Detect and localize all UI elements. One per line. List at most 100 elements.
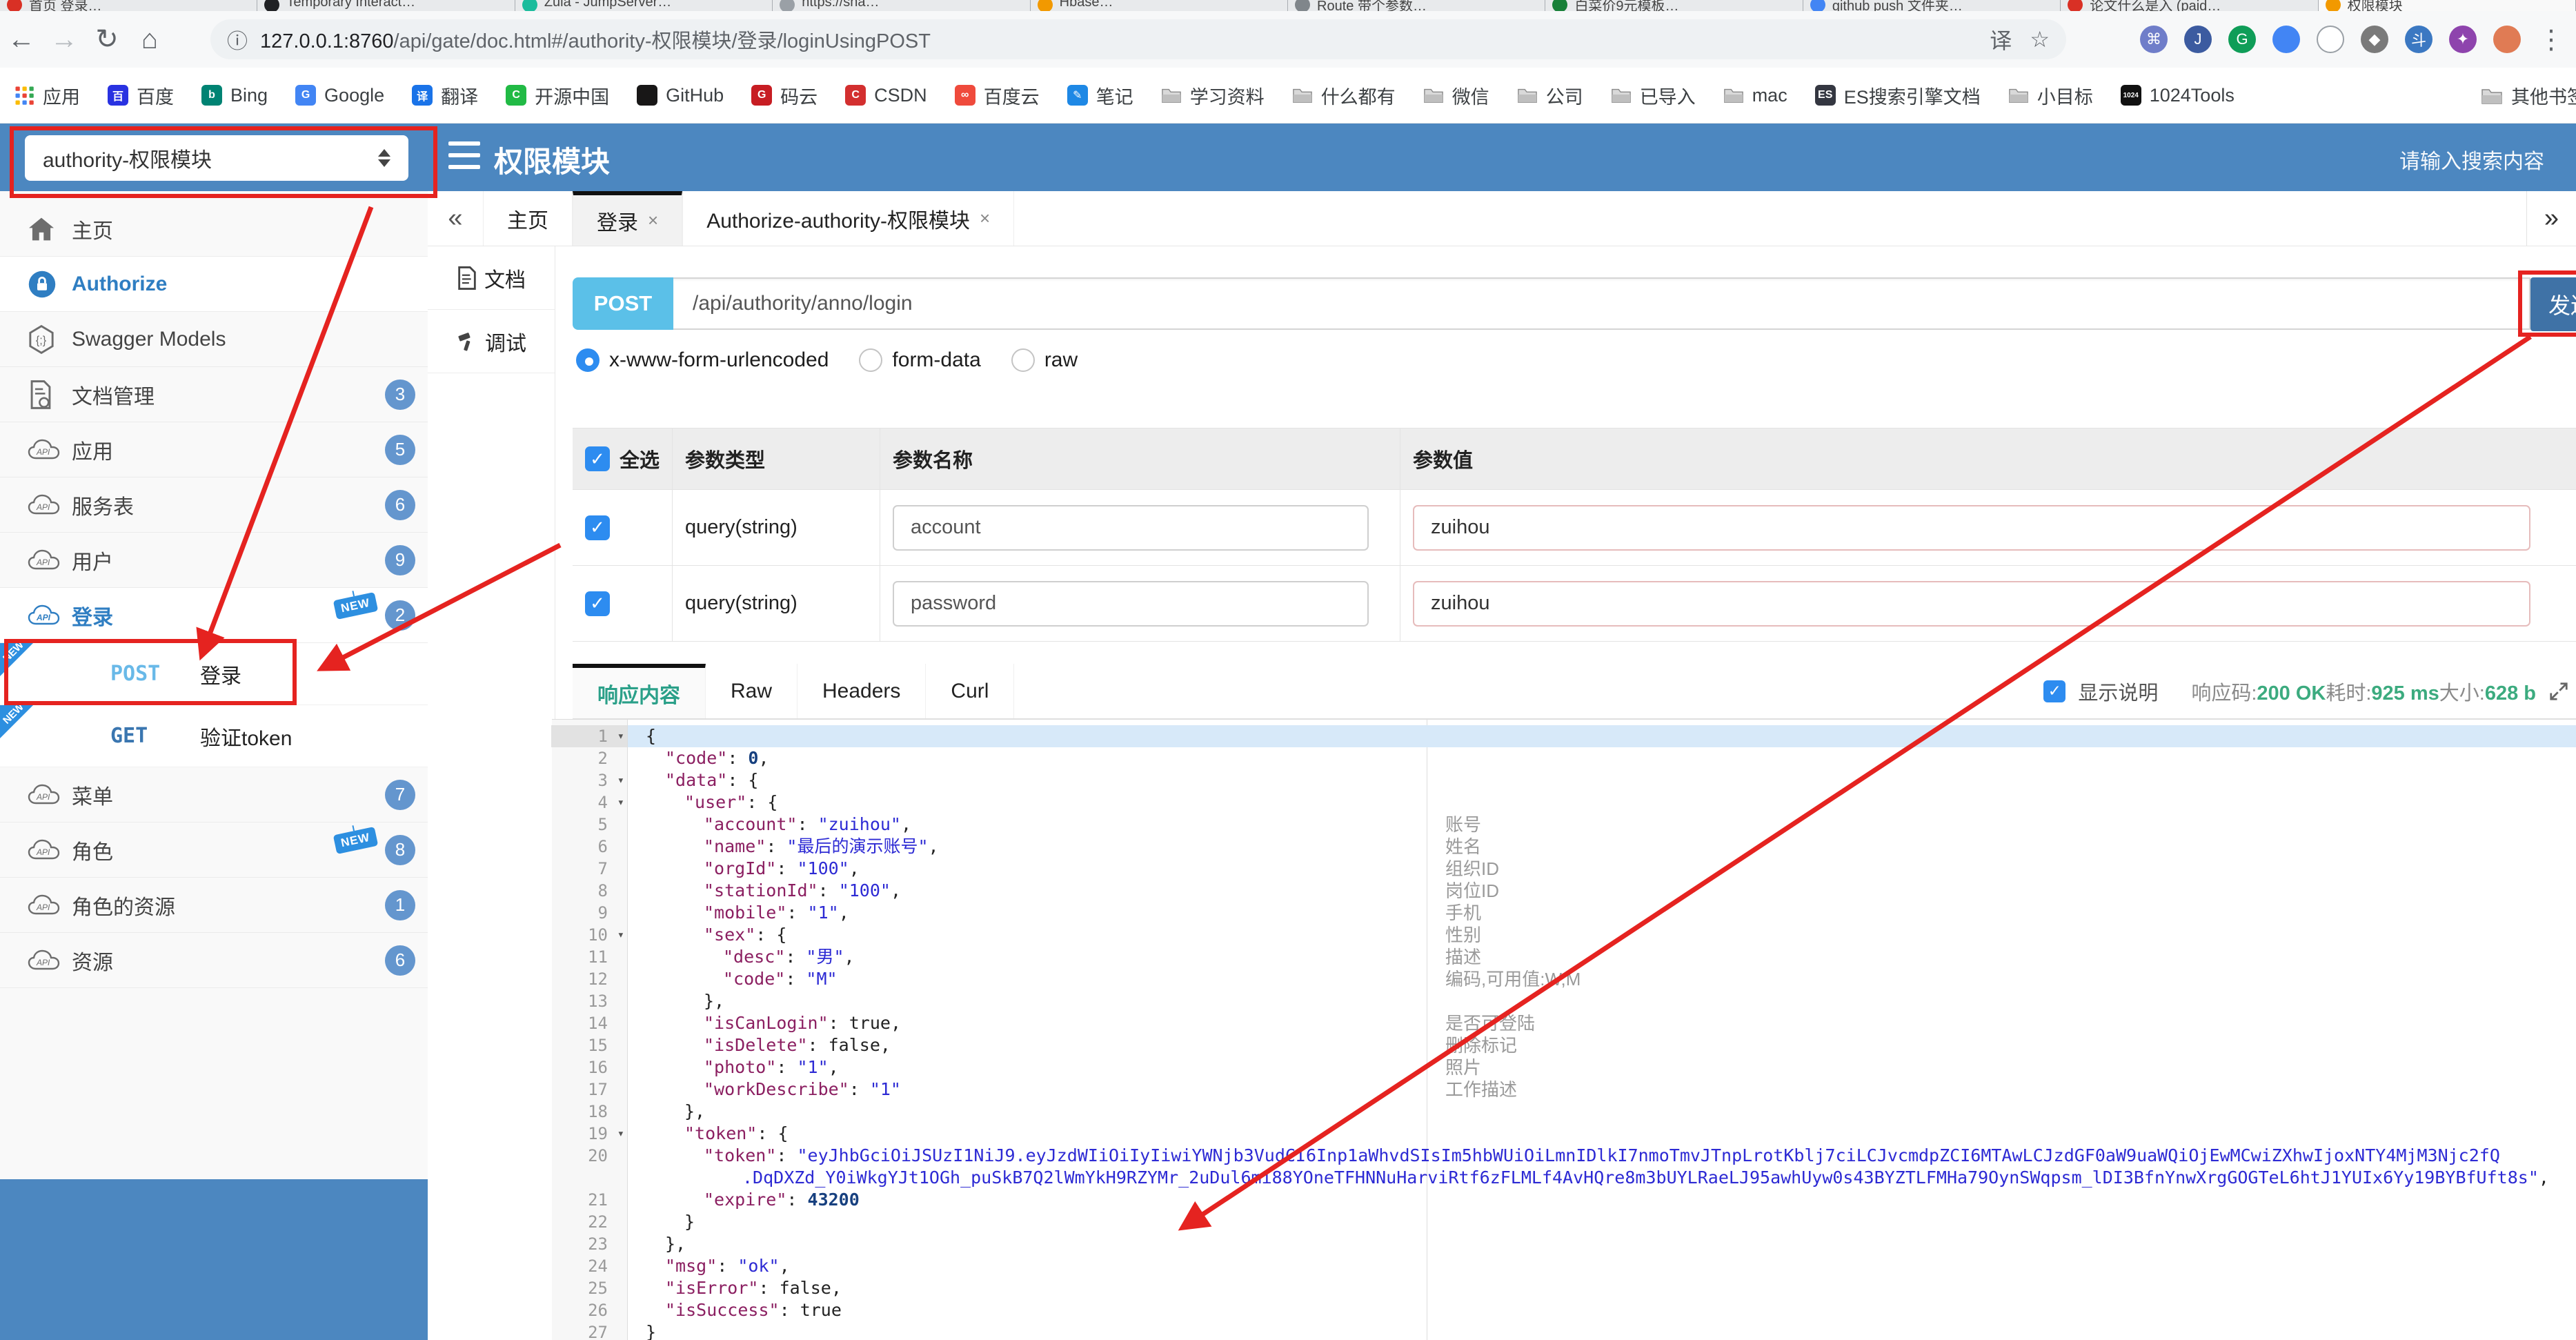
bookmark-item[interactable]: 微信	[1423, 82, 1489, 109]
collapse-sidebar-icon[interactable]: «	[428, 191, 483, 246]
sidebar-item-主页[interactable]: 主页	[0, 201, 428, 257]
sidebar-item-authorize[interactable]: Authorize	[0, 257, 428, 312]
sidebar-item-服务表[interactable]: API 服务表 6	[0, 477, 428, 533]
sidebar-item-文档管理[interactable]: 文档管理 3	[0, 367, 428, 422]
rail-tab-文档[interactable]: 文档	[428, 246, 555, 310]
bookmark-item[interactable]: 学习资料	[1161, 82, 1265, 109]
page-info-icon[interactable]: ⓘ	[227, 24, 248, 55]
module-select[interactable]: authority-权限模块	[25, 135, 408, 181]
browser-tab[interactable]: Zuia - JumpServer…	[515, 0, 773, 11]
param-name-input[interactable]	[893, 580, 1369, 627]
hamburger-icon[interactable]	[448, 141, 480, 169]
bookmark-item[interactable]: G 码云	[751, 82, 818, 109]
param-value-input[interactable]	[1413, 504, 2530, 551]
send-button[interactable]: 发送	[2530, 277, 2576, 331]
sidebar-endpoint-get[interactable]: NEW GET 验证token	[0, 701, 428, 767]
bookmark-item[interactable]: mac	[1723, 85, 1787, 106]
param-value-input[interactable]	[1413, 580, 2530, 627]
back-icon[interactable]: ←	[0, 24, 43, 55]
avatar[interactable]	[2493, 26, 2521, 53]
doc-tab-Authorize-authority-权限模块[interactable]: Authorize-authority-权限模块 ×	[682, 191, 1015, 246]
menu-dots-icon[interactable]: ⋮	[2537, 26, 2565, 55]
bookmark-item[interactable]: ES ES搜索引擎文档	[1814, 82, 1981, 109]
line-number: 8	[597, 881, 608, 900]
address-bar[interactable]: ⓘ 127.0.0.1:8760/api/gate/doc.html#/auth…	[210, 19, 2066, 59]
sidebar-item-用户[interactable]: API 用户 9	[0, 533, 428, 588]
content-type-radio-x-www-form-urlencoded[interactable]: x-www-form-urlencoded	[576, 348, 829, 372]
bookmark-item[interactable]: 公司	[1517, 82, 1583, 109]
bookmark-item[interactable]: G Google	[295, 85, 384, 106]
bookmark-item[interactable]: ∞ 百度云	[954, 82, 1040, 109]
browser-tab[interactable]: 首页 登录…	[0, 0, 258, 11]
search-input[interactable]: 请输入搜索内容	[2399, 144, 2544, 175]
param-checkbox[interactable]: ✓	[585, 591, 610, 616]
bookmark-item[interactable]: 已导入	[1611, 82, 1696, 109]
bookmark-item[interactable]: b Bing	[201, 85, 268, 106]
rail-tab-调试[interactable]: 调试	[428, 310, 555, 373]
sidebar-item-登录[interactable]: API 登录 NEW 2	[0, 588, 428, 643]
response-tab-Curl[interactable]: Curl	[926, 664, 1015, 718]
show-desc-checkbox[interactable]: ✓	[2043, 680, 2066, 702]
extension-icon[interactable]: J	[2184, 26, 2212, 53]
bookmark-item[interactable]: 百百度	[108, 82, 174, 109]
more-tabs-icon[interactable]: »	[2526, 191, 2576, 246]
sidebar-endpoint-post[interactable]: NEW POST 登录	[0, 639, 428, 705]
content-type-radio-form-data[interactable]: form-data	[859, 348, 981, 372]
extension-icon[interactable]: 斗	[2405, 26, 2433, 53]
bookmark-item[interactable]: 应用	[14, 82, 80, 109]
browser-tab[interactable]: github push 文件夹…	[1803, 0, 2061, 11]
extension-icon[interactable]	[2272, 26, 2300, 53]
bookmark-item[interactable]: C 开源中国	[506, 82, 609, 109]
browser-tab[interactable]: https://sha…	[773, 0, 1031, 11]
response-tab-Headers[interactable]: Headers	[797, 664, 927, 718]
browser-tab[interactable]: 权限模块	[2318, 0, 2576, 11]
browser-tab[interactable]: Hbase…	[1030, 0, 1289, 11]
browser-tab[interactable]: Temporary Interact…	[257, 0, 515, 11]
close-tab-icon[interactable]: ×	[648, 210, 658, 231]
param-type-cell: query(string)	[673, 566, 880, 641]
extension-icon[interactable]: ⌘	[2140, 26, 2168, 53]
screen: 首页 登录… Temporary Interact… Zuia - JumpServ…	[0, 0, 2576, 1340]
forward-icon[interactable]: →	[43, 24, 86, 55]
extension-icon[interactable]: G	[2228, 26, 2256, 53]
extension-icon[interactable]: ◆	[2361, 26, 2388, 53]
select-all-checkbox[interactable]: ✓	[585, 446, 610, 471]
other-bookmarks[interactable]: 其他书签	[2468, 68, 2576, 123]
browser-tab[interactable]: 白菜价9元模板…	[1545, 0, 1803, 11]
star-icon[interactable]: ☆	[2030, 26, 2050, 52]
bookmark-item[interactable]: ✎ 笔记	[1067, 82, 1133, 109]
home-icon[interactable]: ⌂	[128, 24, 171, 55]
doc-tab-主页[interactable]: 主页	[483, 191, 573, 246]
browser-tab[interactable]: Route 带个参数…	[1288, 0, 1546, 11]
sidebar-item-swagger-models[interactable]: {;} Swagger Models	[0, 312, 428, 367]
param-name-input[interactable]	[893, 504, 1369, 551]
extension-icon[interactable]: ○	[2317, 26, 2344, 53]
sidebar-item-角色的资源[interactable]: API 角色的资源 1	[0, 878, 428, 933]
sidebar-item-label: 角色	[72, 840, 113, 864]
close-tab-icon[interactable]: ×	[980, 208, 990, 229]
translate-icon[interactable]: 译	[1990, 23, 2012, 55]
sidebar-item-应用[interactable]: API 应用 5	[0, 422, 428, 477]
extension-icon[interactable]: ✦	[2449, 26, 2477, 53]
bookmark-item[interactable]: 什么都有	[1292, 82, 1396, 109]
request-url-input[interactable]: /api/authority/anno/login	[673, 277, 2530, 330]
bookmark-item[interactable]: GitHub	[637, 85, 724, 106]
browser-tab[interactable]: 论文什么是入 (paid…	[2061, 0, 2319, 11]
bookmark-label: 百度	[137, 86, 174, 108]
code-line: {	[628, 725, 2576, 747]
bookmark-item[interactable]: 译翻译	[412, 82, 478, 109]
response-tab-Raw[interactable]: Raw	[706, 664, 798, 718]
fullscreen-icon[interactable]	[2548, 681, 2569, 702]
sidebar-item-角色[interactable]: API 角色 NEW 8	[0, 822, 428, 878]
param-checkbox[interactable]: ✓	[585, 515, 610, 540]
content-type-radio-raw[interactable]: raw	[1011, 348, 1078, 372]
sidebar-item-菜单[interactable]: API 菜单 7	[0, 767, 428, 822]
doc-tab-登录[interactable]: 登录 ×	[573, 191, 683, 246]
bookmark-item[interactable]: 1024 1024Tools	[2120, 85, 2235, 106]
new-badge: NEW	[333, 591, 379, 620]
reload-icon[interactable]: ↻	[86, 23, 128, 55]
sidebar-item-资源[interactable]: API 资源 6	[0, 933, 428, 988]
response-tab-响应内容[interactable]: 响应内容	[573, 664, 706, 718]
bookmark-item[interactable]: 小目标	[2008, 82, 2093, 109]
bookmark-item[interactable]: C CSDN	[845, 85, 927, 106]
